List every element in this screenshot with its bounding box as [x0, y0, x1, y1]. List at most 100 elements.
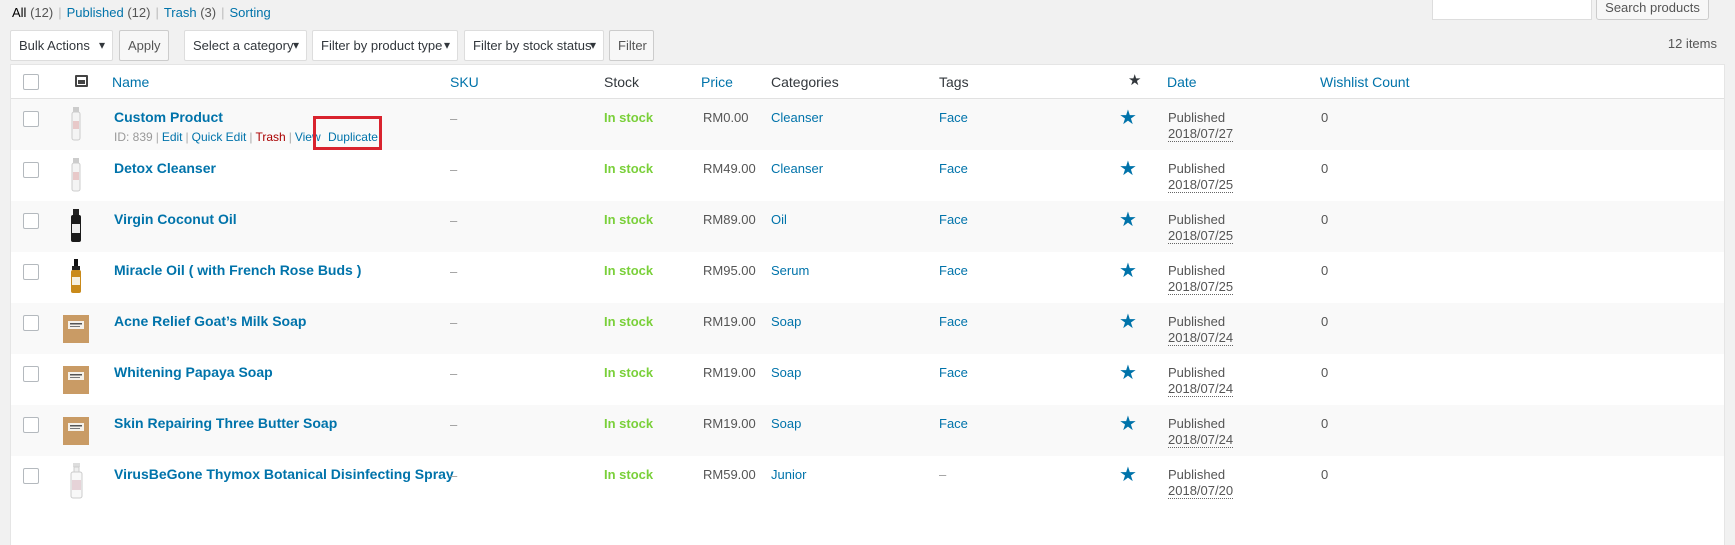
product-name-link[interactable]: Detox Cleanser: [114, 160, 216, 176]
search-products-button[interactable]: Search products: [1596, 0, 1709, 20]
product-tag-link[interactable]: Face: [939, 263, 968, 278]
product-price: RM59.00: [703, 467, 756, 482]
product-type-filter-select[interactable]: Filter by product type: [312, 30, 458, 61]
product-tag-link[interactable]: Face: [939, 314, 968, 329]
product-sku: –: [450, 162, 458, 177]
product-category-link[interactable]: Cleanser: [771, 110, 823, 125]
product-category-link[interactable]: Soap: [771, 365, 801, 380]
wishlist-count: 0: [1321, 110, 1329, 125]
featured-star-icon[interactable]: ★: [1119, 309, 1137, 334]
product-tag-link[interactable]: Face: [939, 416, 968, 431]
product-thumbnail[interactable]: [65, 258, 87, 296]
publish-status: Published: [1168, 110, 1226, 125]
product-thumbnail[interactable]: [63, 309, 89, 347]
product-category-link[interactable]: Oil: [771, 212, 787, 227]
stock-status: In stock: [604, 467, 654, 482]
search-input[interactable]: [1432, 0, 1592, 20]
view-all-link[interactable]: All (12): [12, 5, 53, 20]
product-thumbnail[interactable]: [65, 105, 87, 143]
featured-star-icon[interactable]: ★: [1119, 411, 1137, 436]
publish-date: 2018/07/24: [1168, 330, 1234, 346]
product-thumbnail[interactable]: [63, 360, 89, 398]
table-row: VirusBeGone Thymox Botanical Disinfectin…: [11, 456, 1724, 507]
stock-status: In stock: [604, 263, 654, 278]
product-category-link[interactable]: Soap: [771, 416, 801, 431]
featured-star-icon[interactable]: ★: [1119, 258, 1137, 283]
product-category-link[interactable]: Serum: [771, 263, 809, 278]
publish-status: Published: [1168, 263, 1226, 278]
quick-edit-link[interactable]: Quick Edit: [192, 130, 247, 144]
bulk-actions-select[interactable]: Bulk Actions: [10, 30, 113, 61]
product-name-link[interactable]: Skin Repairing Three Butter Soap: [114, 415, 337, 431]
featured-star-icon[interactable]: ★: [1119, 462, 1137, 487]
product-category-link[interactable]: Cleanser: [771, 161, 823, 176]
product-name-link[interactable]: Whitening Papaya Soap: [114, 364, 273, 380]
stock-status-filter-select[interactable]: Filter by stock status: [464, 30, 604, 61]
publish-date: 2018/07/20: [1168, 483, 1234, 499]
product-tag-link: –: [939, 467, 947, 482]
view-published-link[interactable]: Published (12): [67, 5, 151, 20]
product-thumbnail[interactable]: [63, 411, 89, 449]
view-trash-link[interactable]: Trash (3): [164, 5, 216, 20]
row-checkbox[interactable]: [23, 468, 39, 484]
product-name-link[interactable]: Custom Product: [114, 109, 223, 125]
trash-link[interactable]: Trash: [255, 130, 285, 144]
separator: |: [155, 130, 159, 144]
row-checkbox[interactable]: [23, 162, 39, 178]
featured-star-icon[interactable]: ★: [1128, 71, 1141, 89]
row-checkbox[interactable]: [23, 264, 39, 280]
column-name[interactable]: Name: [112, 74, 149, 90]
product-tag-link[interactable]: Face: [939, 365, 968, 380]
separator: |: [155, 5, 159, 20]
apply-button[interactable]: Apply: [119, 30, 169, 61]
publish-date: 2018/07/25: [1168, 177, 1234, 193]
wishlist-count: 0: [1321, 314, 1329, 329]
row-checkbox[interactable]: [23, 417, 39, 433]
featured-star-icon[interactable]: ★: [1119, 207, 1137, 232]
stock-status: In stock: [604, 314, 654, 329]
column-price[interactable]: Price: [701, 74, 733, 90]
items-count: 12 items: [1667, 36, 1717, 51]
product-sku: –: [450, 264, 458, 279]
featured-star-icon[interactable]: ★: [1119, 105, 1137, 130]
product-thumbnail[interactable]: [65, 207, 87, 245]
filter-button[interactable]: Filter: [609, 30, 654, 61]
product-name-link[interactable]: VirusBeGone Thymox Botanical Disinfectin…: [114, 466, 454, 482]
column-sku[interactable]: SKU: [450, 74, 479, 90]
product-tag-link[interactable]: Face: [939, 110, 968, 125]
publish-date: 2018/07/25: [1168, 228, 1234, 244]
column-date[interactable]: Date: [1167, 74, 1197, 90]
column-wishlist-count[interactable]: Wishlist Count: [1320, 74, 1409, 90]
row-checkbox[interactable]: [23, 111, 39, 127]
table-row: Miracle Oil ( with French Rose Buds ) – In…: [11, 252, 1724, 303]
product-category-link[interactable]: Soap: [771, 314, 801, 329]
wishlist-count: 0: [1321, 212, 1329, 227]
product-sku: –: [450, 213, 458, 228]
duplicate-highlight-box: [313, 116, 382, 150]
row-checkbox[interactable]: [23, 213, 39, 229]
publish-date: 2018/07/24: [1168, 432, 1234, 448]
featured-star-icon[interactable]: ★: [1119, 156, 1137, 181]
featured-star-icon[interactable]: ★: [1119, 360, 1137, 385]
wishlist-count: 0: [1321, 467, 1329, 482]
row-checkbox[interactable]: [23, 315, 39, 331]
stock-status: In stock: [604, 161, 654, 176]
wishlist-count: 0: [1321, 263, 1329, 278]
select-all-checkbox[interactable]: [23, 74, 39, 90]
product-thumbnail[interactable]: [65, 156, 87, 194]
product-name-link[interactable]: Acne Relief Goat’s Milk Soap: [114, 313, 306, 329]
product-thumbnail[interactable]: [65, 462, 87, 500]
table-row: Virgin Coconut Oil – In stock RM89.00 Oil Fac…: [11, 201, 1724, 252]
view-sorting-link[interactable]: Sorting: [230, 5, 271, 20]
product-tag-link[interactable]: Face: [939, 161, 968, 176]
product-name-link[interactable]: Miracle Oil ( with French Rose Buds ): [114, 262, 361, 278]
product-category-link[interactable]: Junior: [771, 467, 806, 482]
edit-link[interactable]: Edit: [162, 130, 183, 144]
row-checkbox[interactable]: [23, 366, 39, 382]
product-price: RM19.00: [703, 365, 756, 380]
category-filter-select[interactable]: Select a category: [184, 30, 307, 61]
separator: |: [288, 130, 292, 144]
table-header: Name SKU Stock Price Categories Tags ★ D…: [11, 65, 1724, 99]
product-tag-link[interactable]: Face: [939, 212, 968, 227]
product-name-link[interactable]: Virgin Coconut Oil: [114, 211, 237, 227]
